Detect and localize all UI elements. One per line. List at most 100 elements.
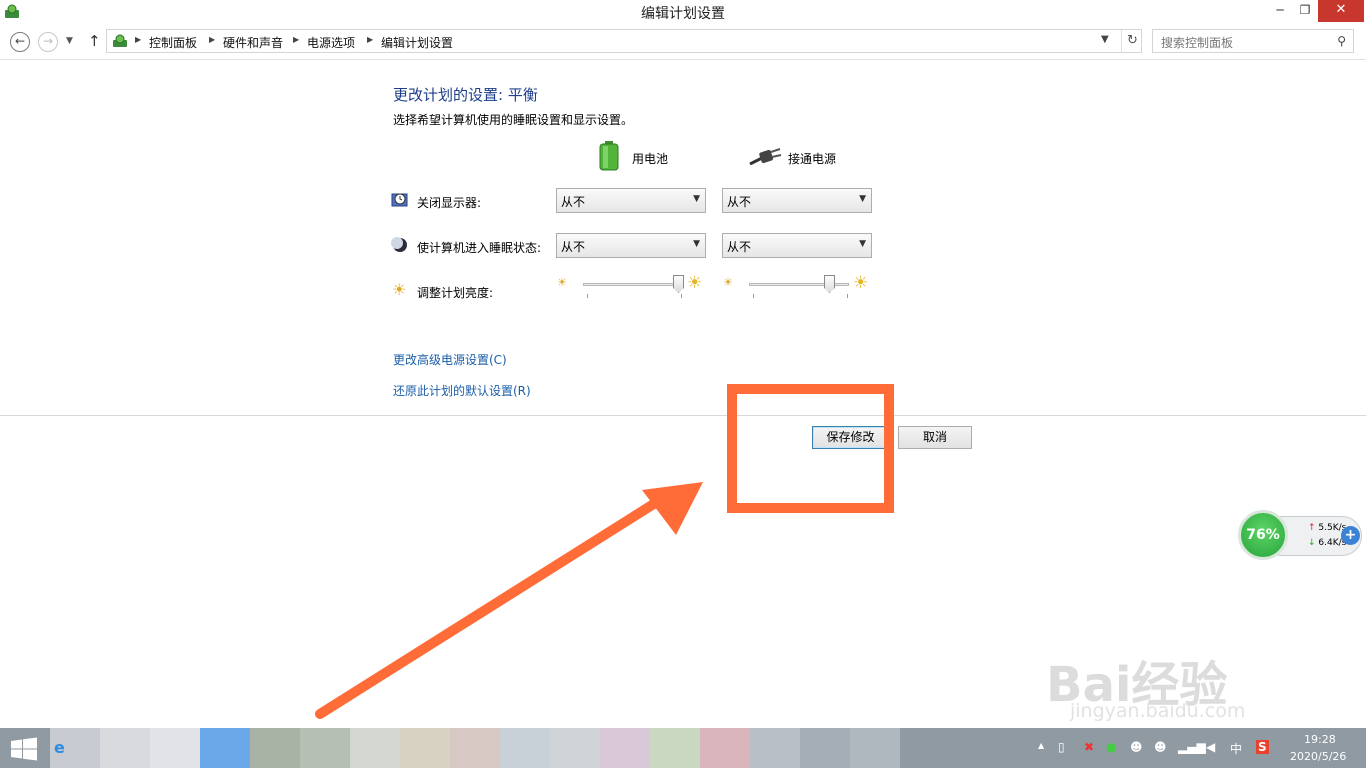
sleep-plugged-select[interactable]: 从不 ▼ — [722, 233, 872, 258]
advanced-power-settings-link[interactable]: 更改高级电源设置(C) — [393, 351, 507, 368]
slider-tick — [753, 294, 754, 298]
plugged-label: 接通电源 — [788, 152, 837, 166]
slider-thumb[interactable] — [824, 275, 835, 293]
display-off-plugged-select[interactable]: 从不 ▼ — [722, 188, 872, 213]
divider — [0, 415, 1366, 416]
plus-icon[interactable]: + — [1341, 526, 1360, 545]
taskbar-item[interactable] — [650, 728, 700, 768]
bright-sun-icon: ☀ — [853, 273, 869, 293]
show-hidden-icons-arrow-icon[interactable]: ▲ — [1038, 741, 1044, 750]
memory-usage-badge[interactable]: 76% — [1238, 510, 1288, 560]
taskbar-item[interactable] — [150, 728, 200, 768]
signal-icon[interactable]: ▂▄▆ — [1178, 740, 1206, 754]
display-off-battery-select[interactable]: 从不 ▼ — [556, 188, 706, 213]
clock-time[interactable]: 19:28 — [1304, 733, 1336, 746]
restore-defaults-link[interactable]: 还原此计划的默认设置(R) — [393, 382, 531, 399]
brightness-battery-slider[interactable]: ☀ ☀ — [557, 273, 707, 307]
taskbar-item[interactable] — [200, 728, 250, 768]
battery-label: 用电池 — [632, 152, 669, 166]
display-off-label: 关闭显示器: — [417, 196, 482, 210]
breadcrumb-edit-plan[interactable]: 编辑计划设置 — [381, 34, 453, 51]
taskbar-item[interactable] — [450, 728, 500, 768]
arrow-up-icon: ↑ — [1308, 523, 1316, 533]
dim-sun-icon: ☀ — [557, 276, 567, 289]
battery-icon — [599, 141, 619, 171]
baidu-watermark-url: jingyan.baidu.com — [1070, 700, 1246, 722]
breadcrumb-power-options[interactable]: 电源选项 — [307, 34, 355, 51]
refresh-icon[interactable]: ↻ — [1121, 30, 1143, 52]
breadcrumb-hardware-sound[interactable]: 硬件和声音 — [223, 34, 283, 51]
select-value: 从不 — [727, 240, 752, 254]
chevron-right-icon[interactable]: ▶ — [135, 35, 141, 44]
address-bar[interactable]: ▶ 控制面板 ▶ 硬件和声音 ▶ 电源选项 ▶ 编辑计划设置 ▼ ↻ — [106, 29, 1142, 53]
select-value: 从不 — [727, 195, 752, 209]
back-button[interactable]: ← — [10, 32, 30, 52]
device-icon[interactable]: ▯ — [1058, 740, 1065, 754]
sleep-label: 使计算机进入睡眠状态: — [417, 241, 542, 255]
minimize-button[interactable]: ─ — [1268, 0, 1292, 22]
cancel-button[interactable]: 取消 — [898, 426, 972, 449]
up-arrow-icon[interactable]: ↑ — [88, 32, 101, 50]
dim-sun-icon: ☀ — [723, 276, 733, 289]
taskbar-item[interactable] — [250, 728, 300, 768]
taskbar-item[interactable] — [500, 728, 550, 768]
recent-locations-dropdown-icon[interactable]: ▼ — [66, 36, 73, 46]
security-icon[interactable]: ● — [1106, 740, 1116, 754]
sogou-input-icon[interactable]: S — [1256, 740, 1269, 754]
sleep-battery-select[interactable]: 从不 ▼ — [556, 233, 706, 258]
taskbar-item[interactable] — [850, 728, 900, 768]
slider-tick — [587, 294, 588, 298]
qq-icon[interactable]: ☻ — [1130, 740, 1143, 754]
windows-start-icon[interactable] — [10, 737, 38, 761]
taskbar-item[interactable] — [350, 728, 400, 768]
taskbar-item[interactable] — [100, 728, 150, 768]
brightness-sun-icon: ☀ — [392, 280, 407, 299]
navigation-bar: ← → ▼ ↑ ▶ 控制面板 ▶ 硬件和声音 ▶ 电源选项 ▶ 编辑计划设置 ▼… — [0, 24, 1366, 60]
ime-indicator[interactable]: 中 — [1230, 740, 1242, 757]
clock-date[interactable]: 2020/5/26 — [1290, 750, 1346, 763]
bright-sun-icon: ☀ — [687, 273, 703, 293]
select-value: 从不 — [561, 240, 586, 254]
taskbar-item[interactable] — [400, 728, 450, 768]
brightness-plugged-slider[interactable]: ☀ ☀ — [723, 273, 873, 307]
taskbar-item[interactable] — [600, 728, 650, 768]
network-error-icon[interactable]: ✖ — [1084, 740, 1094, 754]
chevron-down-icon: ▼ — [859, 194, 866, 204]
forward-button[interactable]: → — [38, 32, 58, 52]
window-title: 编辑计划设置 — [641, 6, 725, 22]
taskbar-item[interactable] — [800, 728, 850, 768]
search-icon[interactable]: ⚲ — [1337, 34, 1346, 48]
maximize-button[interactable]: ❐ — [1294, 0, 1316, 22]
slider-thumb[interactable] — [673, 275, 684, 293]
search-input[interactable]: 搜索控制面板 ⚲ — [1152, 29, 1354, 53]
sleep-moon-icon — [391, 237, 407, 252]
taskbar-item[interactable] — [750, 728, 800, 768]
chevron-right-icon[interactable]: ▶ — [367, 35, 373, 44]
ie-icon: e — [54, 738, 65, 757]
network-speed-widget[interactable]: 76% ↑ 5.5K/s ↓ 6.4K/s + — [1238, 510, 1366, 560]
taskbar-item[interactable] — [300, 728, 350, 768]
slider-track — [583, 283, 683, 286]
page-subtitle: 选择希望计算机使用的睡眠设置和显示设置。 — [393, 113, 634, 127]
taskbar-item[interactable] — [700, 728, 750, 768]
slider-tick — [847, 294, 848, 298]
qq-icon[interactable]: ☻ — [1154, 740, 1167, 754]
page-title: 更改计划的设置: 平衡 — [393, 86, 538, 104]
power-plug-icon — [749, 148, 782, 166]
close-button[interactable]: ✕ — [1318, 0, 1364, 22]
control-panel-icon — [113, 34, 127, 47]
brightness-label: 调整计划亮度: — [417, 286, 494, 300]
taskbar-item[interactable] — [550, 728, 600, 768]
search-placeholder: 搜索控制面板 — [1161, 36, 1234, 50]
taskbar: e ▲ ▯ ✖ ● ☻ ☻ ▂▄▆ ◀ 中 S 19:28 2020/5/26 — [0, 728, 1366, 768]
chevron-down-icon: ▼ — [693, 239, 700, 249]
breadcrumb-control-panel[interactable]: 控制面板 — [149, 34, 197, 51]
chevron-right-icon[interactable]: ▶ — [293, 35, 299, 44]
chevron-down-icon[interactable]: ▼ — [1101, 34, 1109, 45]
select-value: 从不 — [561, 195, 586, 209]
volume-icon[interactable]: ◀ — [1206, 740, 1215, 754]
download-speed: ↓ 6.4K/s — [1308, 538, 1346, 548]
chevron-down-icon: ▼ — [693, 194, 700, 204]
ie-taskbar-item[interactable]: e — [50, 728, 100, 768]
chevron-right-icon[interactable]: ▶ — [209, 35, 215, 44]
